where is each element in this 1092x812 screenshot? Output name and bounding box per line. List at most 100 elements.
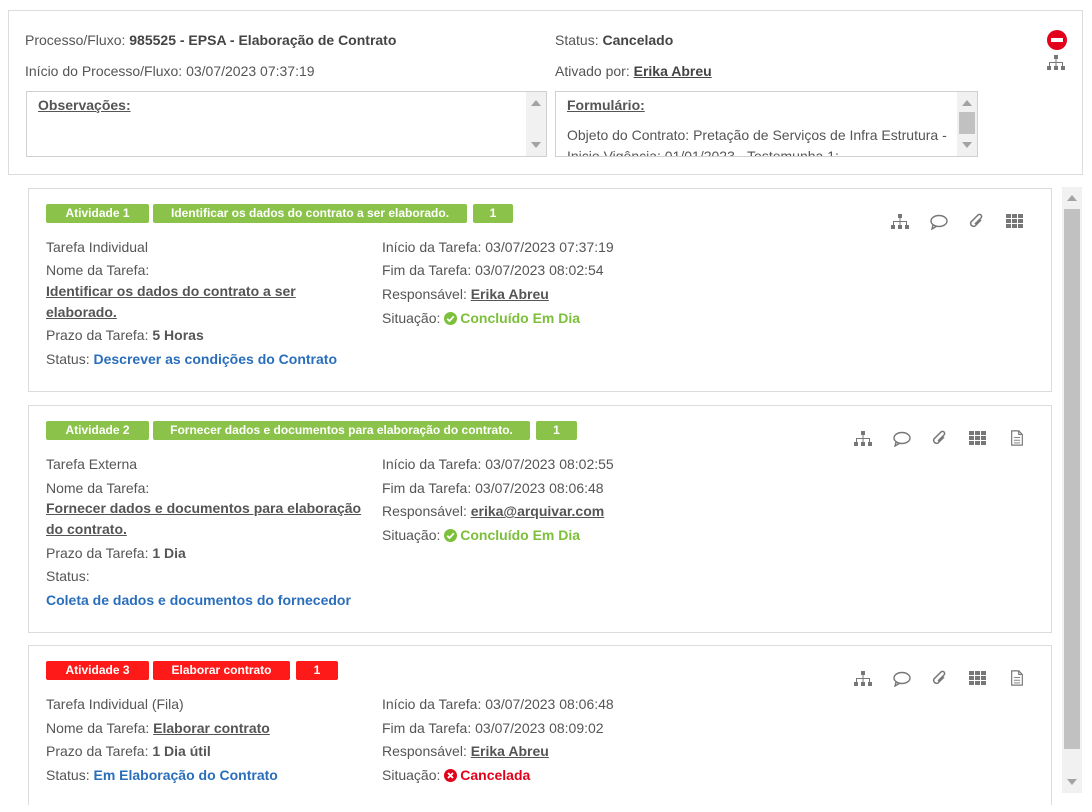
activity-title-tag: Identificar os dados do contrato a ser e… — [153, 204, 467, 223]
end-value: 03/07/2023 08:06:48 — [475, 480, 604, 496]
situation-label: Situação: — [382, 527, 441, 543]
situation-line: Situação: Cancelada — [382, 767, 530, 783]
hierarchy-icon[interactable] — [891, 214, 909, 230]
cancel-process-icon[interactable] — [1047, 30, 1067, 50]
task-name-link[interactable]: elaborado. — [46, 304, 117, 320]
form-box[interactable]: Formulário: Objeto do Contrato: Pretação… — [555, 91, 978, 157]
task-name-label: Nome da Tarefa: — [46, 720, 150, 736]
situation-label: Situação: — [382, 767, 441, 783]
check-circle-icon — [444, 529, 458, 542]
responsible-label: Responsável: — [382, 286, 467, 302]
document-icon[interactable] — [1008, 670, 1026, 686]
start-value: 03/07/2023 08:06:48 — [485, 696, 614, 712]
grid-icon[interactable] — [1006, 213, 1024, 229]
grid-icon[interactable] — [969, 430, 987, 446]
hierarchy-icon[interactable] — [854, 671, 872, 687]
responsible-link[interactable]: Erika Abreu — [471, 743, 549, 759]
start-label: Início da Tarefa: — [382, 456, 482, 472]
end-line: Fim da Tarefa: 03/07/2023 08:02:54 — [382, 262, 604, 278]
attachment-icon[interactable] — [931, 670, 949, 686]
activity-number-tag: Atividade 3 — [46, 661, 149, 680]
situation-value: Cancelada — [460, 767, 531, 783]
attachment-icon[interactable] — [968, 213, 986, 229]
process-header: Processo/Fluxo: 985525 - EPSA - Elaboraç… — [8, 10, 1083, 175]
process-start-line: Início do Processo/Fluxo: 03/07/2023 07:… — [25, 63, 315, 79]
activity-number-tag: Atividade 1 — [46, 204, 149, 223]
status-line: Status: Descrever as condições do Contra… — [46, 351, 337, 367]
task-name-line: Nome da Tarefa: Elaborar contrato — [46, 720, 270, 736]
status-label: Status: — [46, 351, 90, 367]
process-label: Processo/Fluxo: — [25, 32, 126, 48]
comment-icon[interactable] — [893, 431, 911, 447]
end-line: Fim da Tarefa: 03/07/2023 08:09:02 — [382, 720, 604, 736]
comment-icon[interactable] — [930, 214, 948, 230]
observations-scrollbar[interactable] — [526, 92, 546, 156]
deadline-label: Prazo da Tarefa: — [46, 545, 149, 561]
status-value: Descrever as condições do Contrato — [93, 351, 338, 367]
document-icon[interactable] — [1008, 430, 1026, 446]
situation-value: Concluído Em Dia — [460, 310, 581, 326]
task-name-link[interactable]: do contrato. — [46, 521, 127, 537]
task-type: Tarefa Individual — [46, 239, 148, 255]
responsible-link[interactable]: erika@arquivar.com — [471, 503, 605, 519]
observations-title: Observações: — [38, 97, 131, 113]
activity-number-tag: Atividade 2 — [46, 421, 149, 440]
start-label: Início da Tarefa: — [382, 696, 482, 712]
end-label: Fim da Tarefa: — [382, 262, 472, 278]
activity-title-tag: Elaborar contrato — [153, 661, 290, 680]
hierarchy-icon[interactable] — [854, 431, 872, 447]
end-label: Fim da Tarefa: — [382, 720, 472, 736]
deadline-value: 1 Dia — [152, 545, 186, 561]
task-name-link[interactable]: Fornecer dados e documentos para elabora… — [46, 500, 361, 516]
start-line: Início da Tarefa: 03/07/2023 07:37:19 — [382, 239, 614, 255]
scroll-up-arrow-icon[interactable] — [531, 100, 541, 106]
task-name-label: Nome da Tarefa: — [46, 480, 150, 496]
responsible-line: Responsável: Erika Abreu — [382, 286, 549, 302]
start-value: 03/07/2023 07:37:19 — [485, 239, 614, 255]
form-line: Objeto do Contrato: Pretação de Serviços… — [567, 127, 947, 143]
grid-icon[interactable] — [969, 670, 987, 686]
activities-scrollbar[interactable] — [1062, 187, 1082, 793]
scroll-thumb[interactable] — [1064, 209, 1080, 749]
scroll-up-arrow-icon[interactable] — [962, 100, 972, 106]
process-start-value: 03/07/2023 07:37:19 — [186, 63, 315, 79]
task-name-link[interactable]: Elaborar contrato — [153, 720, 270, 736]
end-value: 03/07/2023 08:09:02 — [475, 720, 604, 736]
situation-label: Situação: — [382, 310, 441, 326]
form-content: Objeto do Contrato: Pretação de Serviços… — [567, 125, 951, 156]
status-value: Coleta de dados e documentos do forneced… — [46, 592, 351, 608]
situation-value: Concluído Em Dia — [460, 527, 581, 543]
status-label: Status: — [46, 767, 90, 783]
scroll-thumb[interactable] — [959, 112, 975, 134]
scroll-down-arrow-icon[interactable] — [1067, 779, 1077, 785]
responsible-line: Responsável: Erika Abreu — [382, 743, 549, 759]
form-title: Formulário: — [567, 97, 645, 113]
task-name-label: Nome da Tarefa: — [46, 262, 150, 278]
start-line: Início da Tarefa: 03/07/2023 08:02:55 — [382, 456, 614, 472]
activity-card: Atividade 3 Elaborar contrato 1 Tarefa I… — [28, 645, 1052, 805]
scroll-up-arrow-icon[interactable] — [1067, 195, 1077, 201]
activities-list: Atividade 1 Identificar os dados do cont… — [8, 185, 1083, 805]
activated-by-link[interactable]: Erika Abreu — [634, 63, 712, 79]
attachment-icon[interactable] — [931, 430, 949, 446]
form-scrollbar[interactable] — [957, 92, 977, 156]
responsible-label: Responsável: — [382, 503, 467, 519]
end-value: 03/07/2023 08:02:54 — [475, 262, 604, 278]
end-line: Fim da Tarefa: 03/07/2023 08:06:48 — [382, 480, 604, 496]
responsible-link[interactable]: Erika Abreu — [471, 286, 549, 302]
start-line: Início da Tarefa: 03/07/2023 08:06:48 — [382, 696, 614, 712]
scroll-down-arrow-icon[interactable] — [531, 142, 541, 148]
process-status-value: Cancelado — [602, 32, 674, 48]
comment-icon[interactable] — [893, 671, 911, 687]
process-status-line: Status: Cancelado — [555, 32, 673, 48]
status-value: Em Elaboração do Contrato — [93, 767, 278, 783]
hierarchy-icon[interactable] — [1047, 55, 1065, 71]
deadline-value: 5 Horas — [152, 327, 204, 343]
scroll-down-arrow-icon[interactable] — [962, 142, 972, 148]
end-label: Fim da Tarefa: — [382, 480, 472, 496]
observations-box[interactable]: Observações: — [26, 91, 547, 157]
task-name-link[interactable]: Identificar os dados do contrato a ser — [46, 283, 296, 299]
responsible-label: Responsável: — [382, 743, 467, 759]
deadline-label: Prazo da Tarefa: — [46, 327, 149, 343]
status-line: Status: Em Elaboração do Contrato — [46, 767, 278, 783]
